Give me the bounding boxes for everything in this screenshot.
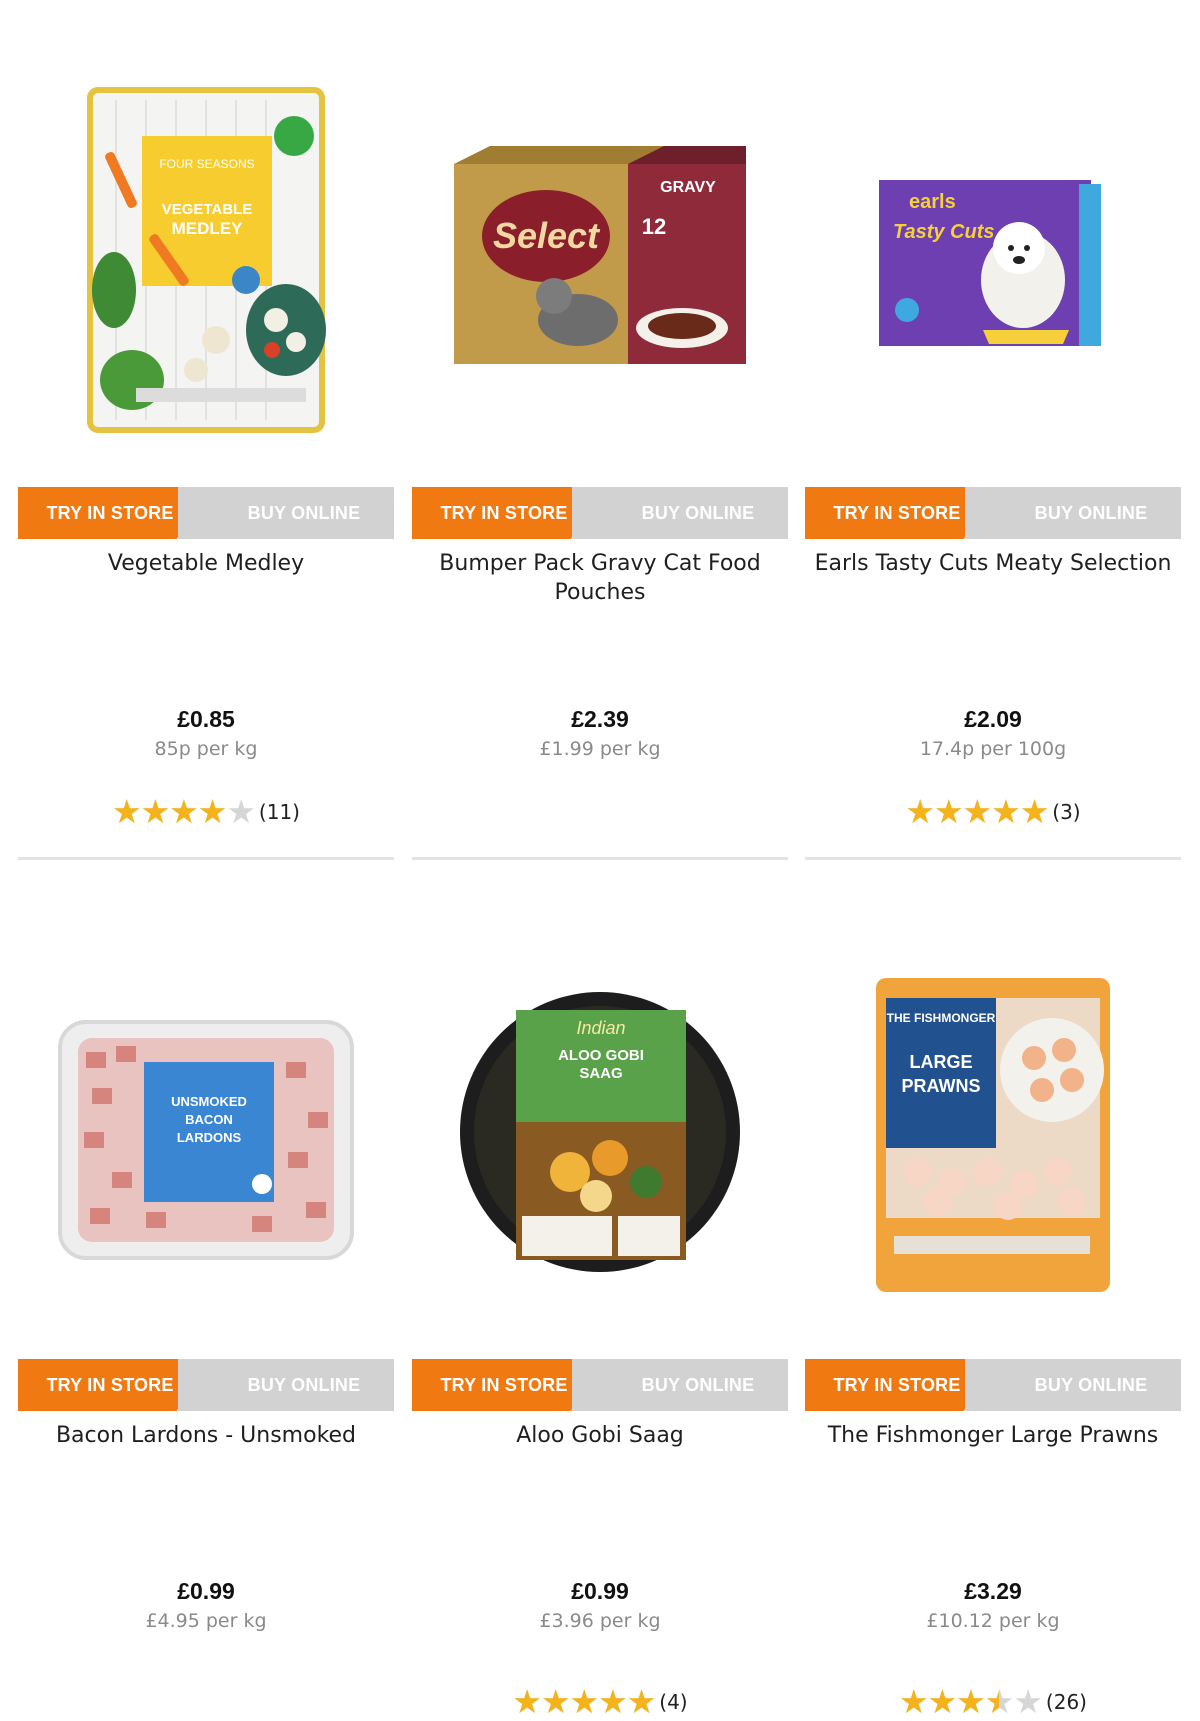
card-divider <box>412 857 788 860</box>
product-grid: FOUR SEASONS VEGETABLE MEDLEY TRY IN STO… <box>0 0 1200 1721</box>
unit-price: 85p per kg <box>154 738 258 760</box>
product-image[interactable]: FOUR SEASONS VEGETABLE MEDLEY <box>18 60 394 460</box>
product-rating[interactable]: ★★★★★ ★★★★★ (4) <box>412 1680 788 1721</box>
svg-text:UNSMOKED: UNSMOKED <box>171 1094 247 1109</box>
product-tabs: TRY IN STORE BUY ONLINE <box>18 1359 394 1411</box>
curry-tray-icon: Indian ALOO GOBI SAAG <box>460 992 740 1272</box>
rating-count: (26) <box>1045 1689 1087 1714</box>
svg-text:BACON: BACON <box>185 1112 233 1127</box>
star-rating: ★★★★★★★★★★ <box>512 1682 656 1721</box>
svg-text:12: 12 <box>642 214 666 239</box>
prawns-bag-icon: THE FISHMONGER LARGE PRAWNS <box>876 978 1110 1292</box>
tab-buy-online[interactable]: BUY ONLINE <box>965 1359 1181 1411</box>
star-rating: ★★★★★★★★★★ <box>905 792 1049 831</box>
product-card[interactable]: earls Tasty Cuts TRY IN STORE BUY ONLINE… <box>805 60 1181 860</box>
product-card[interactable]: FOUR SEASONS VEGETABLE MEDLEY TRY IN STO… <box>18 60 394 860</box>
tab-buy-online[interactable]: BUY ONLINE <box>572 487 788 539</box>
product-name[interactable]: The Fishmonger Large Prawns <box>805 1421 1181 1450</box>
tab-buy-online[interactable]: BUY ONLINE <box>178 487 394 539</box>
svg-text:MEDLEY: MEDLEY <box>172 219 244 238</box>
unit-price: £3.96 per kg <box>539 1610 661 1632</box>
unit-price: 17.4p per 100g <box>919 738 1067 760</box>
star-rating: ★★★★★★★★★★ <box>112 792 256 831</box>
product-tabs: TRY IN STORE BUY ONLINE <box>805 1359 1181 1411</box>
product-image[interactable]: UNSMOKED BACON LARDONS <box>18 932 394 1332</box>
card-divider <box>18 857 394 860</box>
unit-price: £4.95 per kg <box>145 1610 267 1632</box>
product-image[interactable]: earls Tasty Cuts <box>805 60 1181 460</box>
unit-price: £10.12 per kg <box>926 1610 1060 1632</box>
product-price: £3.29 <box>964 1578 1022 1604</box>
product-rating[interactable]: ★★★★★★★★★★(26) <box>805 1680 1181 1721</box>
svg-text:LARGE: LARGE <box>910 1052 973 1072</box>
product-rating[interactable]: ★★★★★ ★★★★★ (3) <box>805 790 1181 831</box>
product-name[interactable]: Vegetable Medley <box>18 549 394 578</box>
rating-count: (11) <box>258 799 300 824</box>
svg-text:GRAVY: GRAVY <box>660 179 716 196</box>
svg-text:THE FISHMONGER: THE FISHMONGER <box>887 1011 996 1025</box>
tab-buy-online[interactable]: BUY ONLINE <box>965 487 1181 539</box>
svg-text:ALOO GOBI: ALOO GOBI <box>558 1047 644 1064</box>
unit-price: £1.99 per kg <box>539 738 661 760</box>
product-tabs: TRY IN STORE BUY ONLINE <box>412 1359 788 1411</box>
svg-text:LARDONS: LARDONS <box>177 1130 242 1145</box>
cat-food-box-icon: Select GRAVY 12 <box>454 146 746 364</box>
product-tabs: TRY IN STORE BUY ONLINE <box>805 487 1181 539</box>
product-card[interactable]: Indian ALOO GOBI SAAG TRY IN STORE BUY O… <box>412 932 788 1721</box>
product-tabs: TRY IN STORE BUY ONLINE <box>412 487 788 539</box>
star-rating: ★★★★★★★★★★ <box>899 1682 1043 1721</box>
product-image[interactable]: THE FISHMONGER LARGE PRAWNS <box>805 932 1181 1332</box>
product-name[interactable]: Bumper Pack Gravy Cat Food Pouches <box>412 549 788 607</box>
product-price: £0.85 <box>177 706 235 732</box>
svg-text:Indian: Indian <box>576 1018 625 1038</box>
product-card[interactable]: UNSMOKED BACON LARDONS TRY IN STORE BUY … <box>18 932 394 1721</box>
product-image[interactable]: Select GRAVY 12 <box>412 60 788 460</box>
product-price: £2.39 <box>571 706 629 732</box>
product-card[interactable]: Select GRAVY 12 TRY IN STORE BUY ONLINE … <box>412 60 788 860</box>
product-price: £2.09 <box>964 706 1022 732</box>
product-card[interactable]: THE FISHMONGER LARGE PRAWNS TRY IN STORE… <box>805 932 1181 1721</box>
svg-text:Select: Select <box>493 215 601 256</box>
product-rating[interactable]: ★★★★★★★★★★(11) <box>18 790 394 831</box>
svg-text:Tasty Cuts: Tasty Cuts <box>893 221 995 243</box>
rating-count: (4) <box>659 1689 688 1714</box>
tab-buy-online[interactable]: BUY ONLINE <box>572 1359 788 1411</box>
svg-text:FOUR SEASONS: FOUR SEASONS <box>159 157 254 171</box>
dog-food-box-icon: earls Tasty Cuts <box>879 180 1101 346</box>
svg-text:VEGETABLE: VEGETABLE <box>162 201 253 218</box>
tab-buy-online[interactable]: BUY ONLINE <box>178 1359 394 1411</box>
product-name[interactable]: Bacon Lardons - Unsmoked <box>18 1421 394 1450</box>
product-tabs: TRY IN STORE BUY ONLINE <box>18 487 394 539</box>
svg-text:PRAWNS: PRAWNS <box>901 1076 980 1096</box>
product-price: £0.99 <box>177 1578 235 1604</box>
svg-text:earls: earls <box>909 191 956 213</box>
product-name[interactable]: Earls Tasty Cuts Meaty Selection <box>805 549 1181 578</box>
frozen-vegetables-bag-icon: FOUR SEASONS VEGETABLE MEDLEY <box>87 87 326 433</box>
product-image[interactable]: Indian ALOO GOBI SAAG <box>412 932 788 1332</box>
card-divider <box>805 857 1181 860</box>
svg-text:SAAG: SAAG <box>579 1065 622 1082</box>
bacon-tray-icon: UNSMOKED BACON LARDONS <box>58 1020 354 1260</box>
product-name[interactable]: Aloo Gobi Saag <box>412 1421 788 1450</box>
product-price: £0.99 <box>571 1578 629 1604</box>
rating-count: (3) <box>1052 799 1081 824</box>
